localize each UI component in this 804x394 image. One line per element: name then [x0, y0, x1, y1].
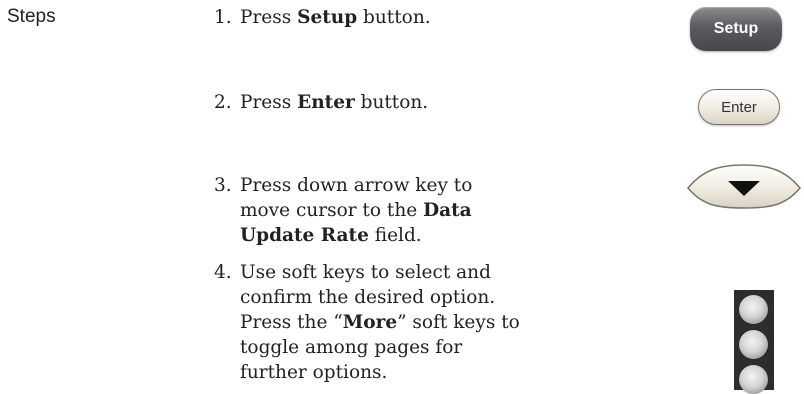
step-2: 2. Press Enter button. — [214, 90, 614, 115]
setup-button-label: Setup — [713, 20, 759, 37]
setup-button[interactable]: Setup — [690, 7, 782, 51]
step-number: 1. — [214, 7, 232, 28]
step-4: 4. Use soft keys to select and confirm t… — [214, 260, 534, 385]
step-key-term: Enter — [297, 92, 355, 113]
step-key-term: More — [342, 312, 398, 333]
step-number: 4. — [214, 262, 232, 283]
step-text: Press Enter button. — [240, 90, 614, 115]
step-text: Press down arrow key to move cursor to t… — [240, 173, 504, 248]
step-text: Press Setup button. — [240, 5, 614, 30]
step-text-part: button. — [357, 7, 431, 28]
step-key-term: Setup — [297, 7, 358, 28]
soft-keys-panel — [734, 290, 774, 394]
soft-key-1[interactable] — [739, 295, 768, 324]
down-arrow-key-shape — [687, 164, 801, 209]
step-1: 1. Press Setup button. — [214, 5, 614, 30]
step-text-part: Press — [240, 92, 298, 113]
soft-key-2[interactable] — [739, 330, 768, 359]
step-number: 3. — [214, 175, 232, 196]
steps-label: Steps — [7, 6, 56, 27]
step-text-part: Press — [240, 7, 298, 28]
step-3: 3. Press down arrow key to move cursor t… — [214, 173, 504, 248]
step-text-part: button. — [354, 92, 429, 113]
enter-button[interactable]: Enter — [698, 89, 780, 125]
step-number: 2. — [214, 92, 232, 113]
step-text-part: field. — [368, 225, 422, 246]
step-text: Use soft keys to select and confirm the … — [240, 260, 534, 385]
down-arrow-button[interactable] — [685, 162, 803, 210]
manual-page: Steps 1. Press Setup button. 2. Press En… — [0, 0, 804, 394]
enter-button-label: Enter — [721, 98, 757, 116]
